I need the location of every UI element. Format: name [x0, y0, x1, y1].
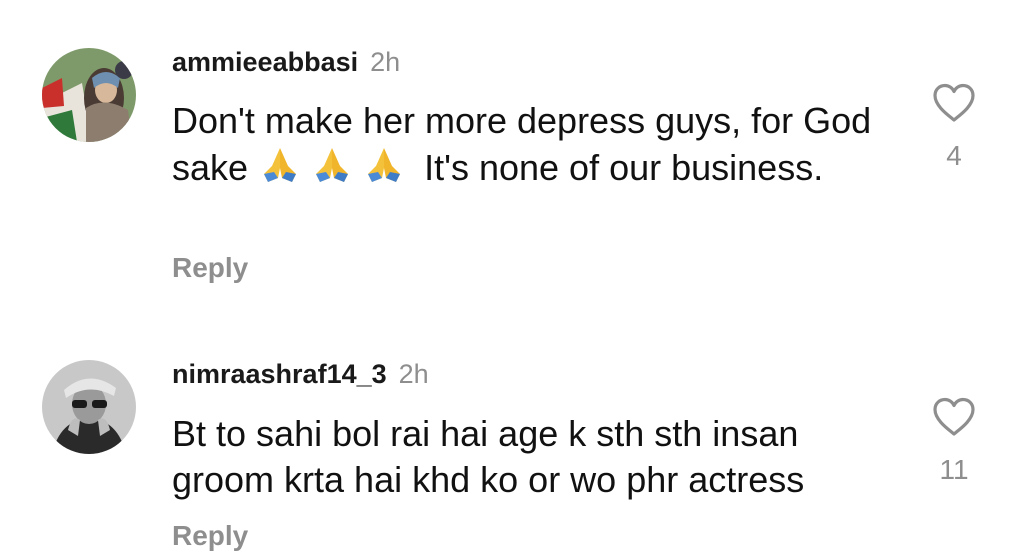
reply-button[interactable]: Reply: [172, 520, 248, 552]
comment-text: Bt to sahi bol rai hai age k sth sth ins…: [172, 413, 805, 500]
timestamp: 2h: [398, 359, 429, 389]
comment-item: nimraashraf14_3 2h Bt to sahi bol rai hai…: [0, 300, 1024, 560]
like-control: 11: [926, 396, 982, 486]
comment-text: Don't make her more depress guys, for Go…: [172, 98, 872, 191]
comment-item: ammieeabbasi 2h Don't make her more depre…: [0, 0, 1024, 300]
profile-photo-icon: [42, 360, 136, 454]
folded-hands-emoji-icon: [258, 144, 302, 186]
avatar[interactable]: [42, 48, 136, 142]
username[interactable]: nimraashraf14_3: [172, 359, 387, 389]
profile-photo-icon: [42, 48, 136, 142]
avatar[interactable]: [42, 360, 136, 454]
comment-meta: nimraashraf14_3 2h: [172, 358, 429, 390]
reply-button[interactable]: Reply: [172, 252, 248, 284]
like-control: 4: [926, 82, 982, 172]
heart-icon[interactable]: [931, 396, 977, 438]
like-count: 11: [939, 454, 969, 485]
comments-list: ammieeabbasi 2h Don't make her more depre…: [0, 0, 1024, 560]
comment-text-part: It's none of our business.: [424, 147, 824, 188]
folded-hands-emoji-icon: [310, 144, 354, 186]
heart-icon[interactable]: [931, 82, 977, 124]
comment-meta: ammieeabbasi 2h: [172, 46, 400, 78]
username[interactable]: ammieeabbasi: [172, 47, 358, 77]
like-count: 4: [946, 140, 962, 171]
timestamp: 2h: [370, 47, 401, 77]
folded-hands-emoji-icon: [362, 144, 406, 186]
